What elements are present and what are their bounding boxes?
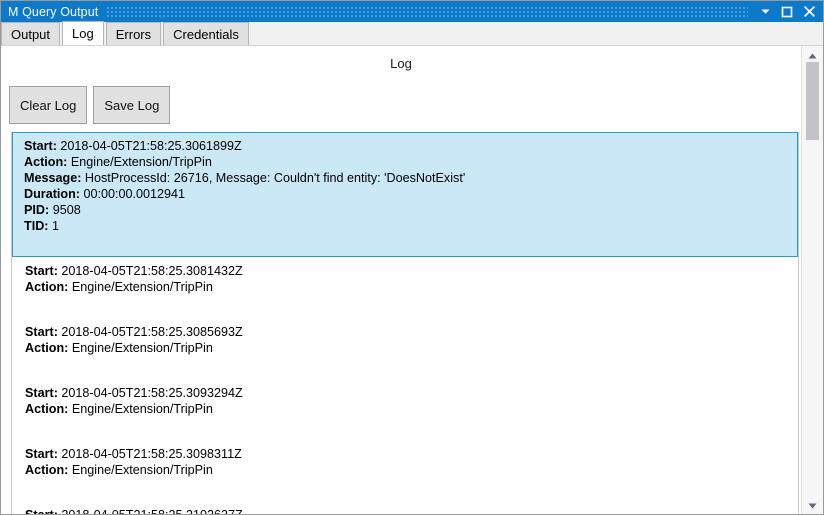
log-field-value: 1 [51, 219, 59, 233]
log-field-value: 2018-04-05T21:58:25.3085693Z [61, 325, 243, 339]
log-toolbar: Clear Log Save Log [9, 86, 171, 124]
log-field-value: 00:00:00.0012941 [83, 187, 186, 201]
log-entry-list[interactable]: Start: 2018-04-05T21:58:25.3061899Z Acti… [11, 132, 799, 515]
entry-spacer [25, 417, 795, 434]
log-field-action: Action: Engine/Extension/TripPin [25, 462, 795, 478]
tab-output[interactable]: Output [1, 22, 61, 45]
maximize-button[interactable] [776, 1, 798, 22]
window-title: M Query Output [8, 4, 99, 19]
log-field-start: Start: 2018-04-05T21:58:25.3081432Z [25, 263, 795, 279]
log-field-label: Start: [25, 264, 62, 278]
log-field-value: Engine/Extension/TripPin [71, 280, 213, 294]
log-field-label: Start: [25, 325, 62, 339]
log-field-start: Start: 2018-04-05T21:58:25.3093294Z [25, 385, 795, 401]
title-bar-grip [107, 6, 748, 17]
log-field-tid: TID: 1 [24, 218, 795, 234]
log-field-pid: PID: 9508 [24, 202, 795, 218]
entry-spacer [25, 478, 795, 495]
m-query-output-window: M Query Output Output Log Errors Credent… [0, 0, 824, 515]
log-field-label: Duration: [24, 187, 84, 201]
log-entry[interactable]: Start: 2018-04-05T21:58:25.3102637Z Acti… [12, 501, 798, 515]
log-field-label: Message: [24, 171, 85, 185]
log-field-label: Action: [25, 463, 72, 477]
log-entry[interactable]: Start: 2018-04-05T21:58:25.3081432Z Acti… [12, 257, 798, 318]
log-field-label: Action: [25, 341, 72, 355]
log-field-start: Start: 2018-04-05T21:58:25.3102637Z [25, 507, 795, 515]
tab-log[interactable]: Log [62, 21, 104, 45]
log-field-label: Start: [25, 386, 62, 400]
scroll-down-arrow-icon[interactable] [802, 497, 823, 514]
log-field-value: 2018-04-05T21:58:25.3102637Z [61, 508, 243, 515]
log-field-label: Start: [25, 508, 62, 515]
log-field-message: Message: HostProcessId: 26716, Message: … [24, 170, 795, 186]
minimize-button[interactable] [754, 1, 776, 22]
tab-credentials[interactable]: Credentials [163, 22, 249, 45]
log-field-start: Start: 2018-04-05T21:58:25.3085693Z [25, 324, 795, 340]
title-bar[interactable]: M Query Output [1, 1, 823, 22]
log-field-label: Start: [24, 139, 61, 153]
log-field-start: Start: 2018-04-05T21:58:25.3098311Z [25, 446, 795, 462]
log-field-value: Engine/Extension/TripPin [70, 155, 212, 169]
save-log-button[interactable]: Save Log [93, 86, 171, 124]
log-field-value: 2018-04-05T21:58:25.3081432Z [61, 264, 243, 278]
log-field-label: PID: [24, 203, 53, 217]
log-field-action: Action: Engine/Extension/TripPin [25, 401, 795, 417]
log-entry[interactable]: Start: 2018-04-05T21:58:25.3098311Z Acti… [12, 440, 798, 501]
entry-spacer [25, 356, 795, 373]
log-entry[interactable]: Start: 2018-04-05T21:58:25.3085693Z Acti… [12, 318, 798, 379]
log-field-label: Start: [25, 447, 62, 461]
tab-errors[interactable]: Errors [105, 22, 162, 45]
log-field-action: Action: Engine/Extension/TripPin [25, 279, 795, 295]
log-field-label: Action: [25, 402, 72, 416]
log-field-value: HostProcessId: 26716, Message: Couldn't … [84, 171, 466, 185]
log-field-value: Engine/Extension/TripPin [71, 402, 213, 416]
tab-strip: Output Log Errors Credentials [1, 21, 823, 46]
window-controls [754, 1, 820, 22]
log-entry[interactable]: Start: 2018-04-05T21:58:25.3061899Z Acti… [12, 132, 798, 257]
clear-log-button[interactable]: Clear Log [9, 86, 88, 124]
page-title: Log [390, 56, 412, 71]
log-field-value: 2018-04-05T21:58:25.3093294Z [61, 386, 243, 400]
log-field-action: Action: Engine/Extension/TripPin [25, 340, 795, 356]
entry-spacer [25, 295, 795, 312]
log-field-value: 2018-04-05T21:58:25.3098311Z [61, 447, 242, 461]
log-field-label: Action: [24, 155, 71, 169]
log-field-label: TID: [24, 219, 52, 233]
log-entry[interactable]: Start: 2018-04-05T21:58:25.3093294Z Acti… [12, 379, 798, 440]
vertical-scrollbar[interactable] [801, 46, 823, 514]
log-field-value: 2018-04-05T21:58:25.3061899Z [60, 139, 242, 153]
log-field-duration: Duration: 00:00:00.0012941 [24, 186, 795, 202]
log-field-action: Action: Engine/Extension/TripPin [24, 154, 795, 170]
log-field-value: 9508 [52, 203, 81, 217]
log-panel: Log Clear Log Save Log Start: 2018-04-05… [1, 46, 801, 515]
scrollbar-thumb[interactable] [806, 62, 819, 140]
log-field-value: Engine/Extension/TripPin [71, 341, 213, 355]
log-field-value: Engine/Extension/TripPin [71, 463, 213, 477]
log-field-label: Action: [25, 280, 72, 294]
close-button[interactable] [798, 1, 820, 22]
entry-spacer [24, 234, 795, 251]
log-field-start: Start: 2018-04-05T21:58:25.3061899Z [24, 138, 795, 154]
